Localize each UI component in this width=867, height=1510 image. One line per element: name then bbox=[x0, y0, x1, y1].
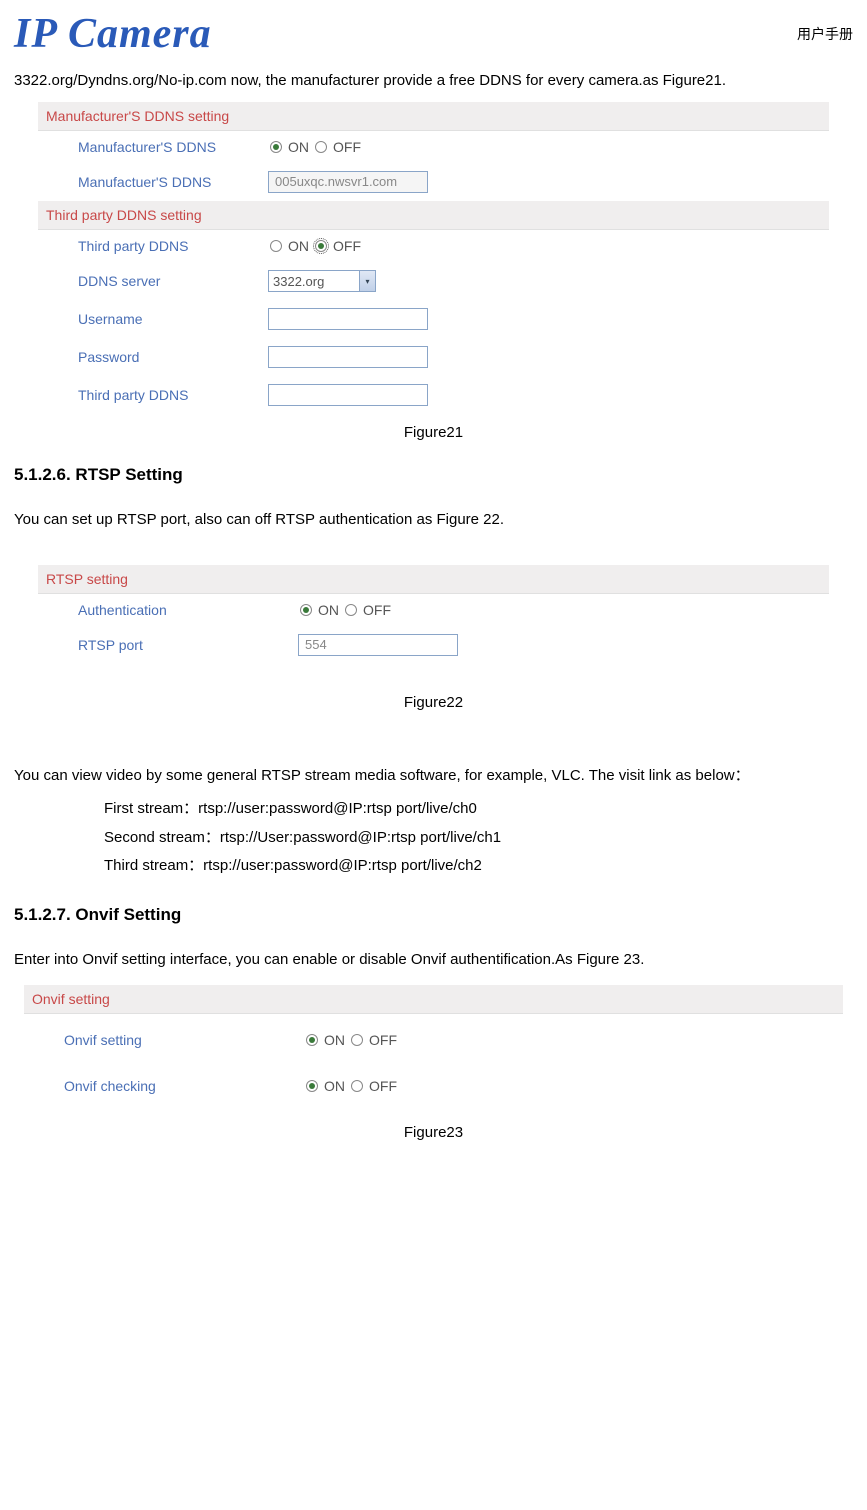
label-onvif-setting: Onvif setting bbox=[64, 1032, 304, 1048]
text-off: OFF bbox=[369, 1078, 397, 1094]
label-rtsp-port: RTSP port bbox=[78, 637, 298, 653]
input-manuf-ddns-host[interactable]: 005uxqc.nwsvr1.com bbox=[268, 171, 428, 193]
rtsp-intro: You can set up RTSP port, also can off R… bbox=[14, 505, 853, 535]
text-on: ON bbox=[288, 139, 309, 155]
row-onvif-checking: Onvif checking ON OFF bbox=[24, 1066, 843, 1106]
radio-third-ddns-off[interactable] bbox=[315, 240, 327, 252]
select-value: 3322.org bbox=[273, 274, 324, 289]
onvif-section-header: Onvif setting bbox=[24, 985, 843, 1014]
radio-rtsp-auth-on[interactable] bbox=[300, 604, 312, 616]
row-ddns-server: DDNS server 3322.org ▾ bbox=[38, 262, 829, 300]
text-off: OFF bbox=[369, 1032, 397, 1048]
radio-third-ddns-on[interactable] bbox=[270, 240, 282, 252]
row-manuf-ddns-host: Manufactuer'S DDNS 005uxqc.nwsvr1.com bbox=[38, 163, 829, 201]
intro-paragraph: 3322.org/Dyndns.org/No-ip.com now, the m… bbox=[14, 66, 853, 96]
radio-manuf-ddns-off[interactable] bbox=[315, 141, 327, 153]
text-off: OFF bbox=[333, 238, 361, 254]
rtsp-links-intro: You can view video by some general RTSP … bbox=[14, 761, 853, 791]
figure23-caption: Figure23 bbox=[14, 1124, 853, 1141]
label-password: Password bbox=[78, 349, 268, 365]
label-third-ddns: Third party DDNS bbox=[78, 238, 268, 254]
rtsp-section-header: RTSP setting bbox=[38, 565, 829, 594]
section-onvif-title: 5.1.2.7. Onvif Setting bbox=[14, 905, 853, 925]
stream-third: Third stream：rtsp://user:password@IP:rts… bbox=[104, 852, 853, 881]
text-on: ON bbox=[318, 602, 339, 618]
text-on: ON bbox=[324, 1032, 345, 1048]
row-manuf-ddns-toggle: Manufacturer'S DDNS ON OFF bbox=[38, 131, 829, 163]
figure22-caption: Figure22 bbox=[14, 694, 853, 711]
figure21-caption: Figure21 bbox=[14, 424, 853, 441]
page-header: IP Camera 用户手册 bbox=[14, 10, 853, 58]
row-rtsp-auth: Authentication ON OFF bbox=[38, 594, 829, 626]
figure-22: RTSP setting Authentication ON OFF RTSP … bbox=[38, 565, 829, 664]
section-rtsp-title: 5.1.2.6. RTSP Setting bbox=[14, 465, 853, 485]
stream-first: First stream：rtsp://user:password@IP:rts… bbox=[104, 795, 853, 824]
onvif-intro: Enter into Onvif setting interface, you … bbox=[14, 945, 853, 975]
label-username: Username bbox=[78, 311, 268, 327]
label-rtsp-auth: Authentication bbox=[78, 602, 298, 618]
stream-second: Second stream：rtsp://User:password@IP:rt… bbox=[104, 824, 853, 853]
rtsp-stream-list: First stream：rtsp://user:password@IP:rts… bbox=[104, 795, 853, 881]
radio-onvif-off[interactable] bbox=[351, 1034, 363, 1046]
row-rtsp-port: RTSP port 554 bbox=[38, 626, 829, 664]
header-cn-label: 用户手册 bbox=[797, 24, 853, 44]
input-password[interactable] bbox=[268, 346, 428, 368]
radio-rtsp-auth-off[interactable] bbox=[345, 604, 357, 616]
row-third-ddns-toggle: Third party DDNS ON OFF bbox=[38, 230, 829, 262]
select-ddns-server[interactable]: 3322.org ▾ bbox=[268, 270, 376, 292]
row-password: Password bbox=[38, 338, 829, 376]
radio-onvif-on[interactable] bbox=[306, 1034, 318, 1046]
text-on: ON bbox=[324, 1078, 345, 1094]
radio-onvif-check-off[interactable] bbox=[351, 1080, 363, 1092]
row-third-ddns-2: Third party DDNS bbox=[38, 376, 829, 414]
figure-23: Onvif setting Onvif setting ON OFF Onvif… bbox=[24, 985, 843, 1106]
label-third-ddns-2: Third party DDNS bbox=[78, 387, 268, 403]
row-onvif-setting: Onvif setting ON OFF bbox=[24, 1014, 843, 1066]
input-rtsp-port[interactable]: 554 bbox=[298, 634, 458, 656]
ddns-third-section-header: Third party DDNS setting bbox=[38, 201, 829, 230]
ddns-manuf-section-header: Manufacturer'S DDNS setting bbox=[38, 102, 829, 131]
chevron-down-icon: ▾ bbox=[359, 271, 375, 291]
radio-manuf-ddns-on[interactable] bbox=[270, 141, 282, 153]
label-manuf-ddns-host: Manufactuer'S DDNS bbox=[78, 174, 268, 190]
input-third-ddns[interactable] bbox=[268, 384, 428, 406]
radio-onvif-check-on[interactable] bbox=[306, 1080, 318, 1092]
logo: IP Camera bbox=[14, 10, 212, 58]
figure-21: Manufacturer'S DDNS setting Manufacturer… bbox=[38, 102, 829, 414]
label-onvif-checking: Onvif checking bbox=[64, 1078, 304, 1094]
text-on: ON bbox=[288, 238, 309, 254]
row-username: Username bbox=[38, 300, 829, 338]
label-ddns-server: DDNS server bbox=[78, 273, 268, 289]
input-username[interactable] bbox=[268, 308, 428, 330]
label-manuf-ddns: Manufacturer'S DDNS bbox=[78, 139, 268, 155]
text-off: OFF bbox=[333, 139, 361, 155]
text-off: OFF bbox=[363, 602, 391, 618]
